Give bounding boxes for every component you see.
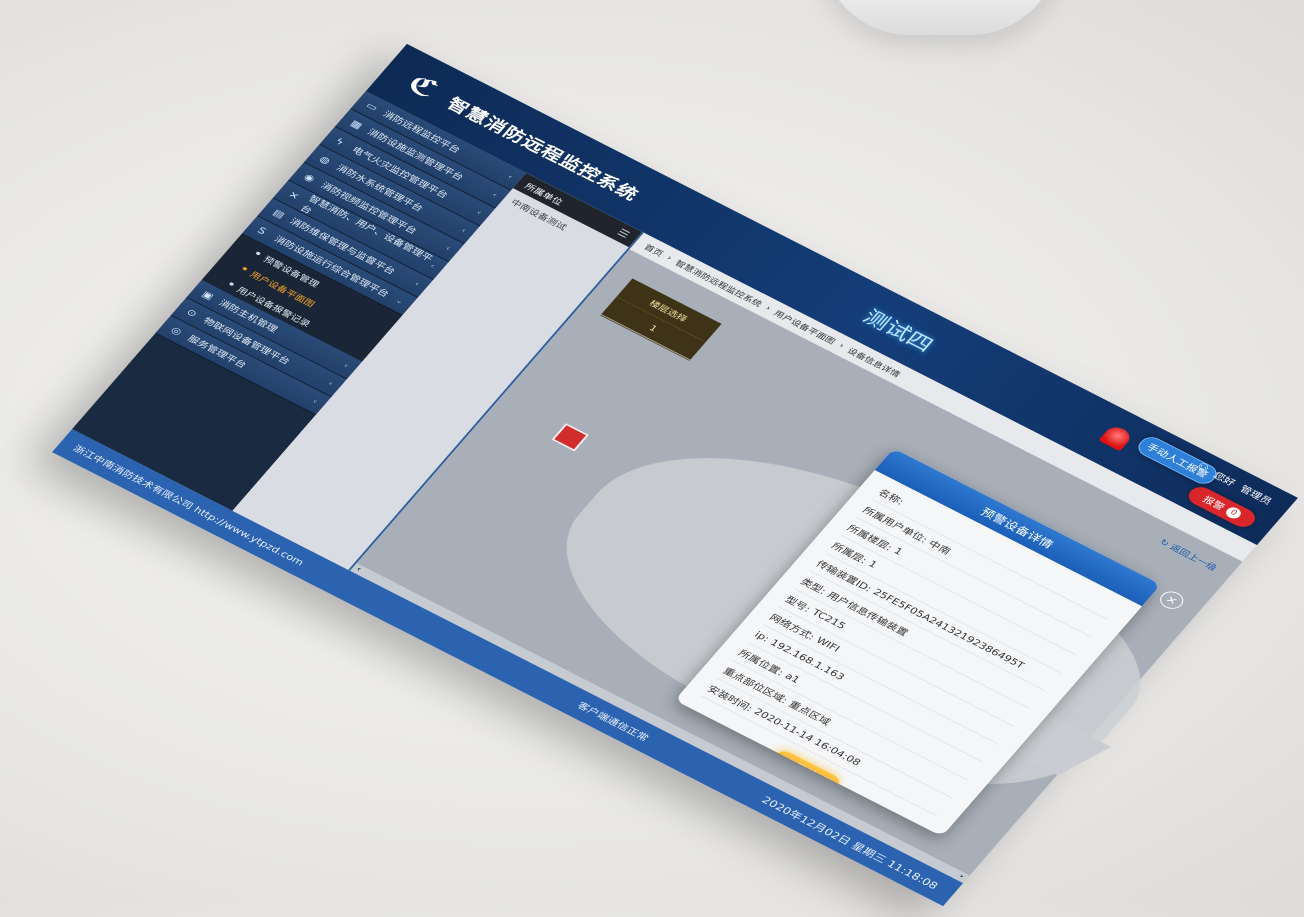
chevron-icon: ‹ [505,172,515,181]
camera-icon: ◉ [301,171,318,185]
grid-icon: ▦ [348,117,365,131]
breadcrumb-sep-icon: › [763,303,774,313]
breadcrumb-sep-icon: › [836,341,847,350]
alarm-light-icon[interactable]: alarm [1098,423,1135,452]
bullet-icon [255,251,262,256]
user-name: 管理员 [1237,483,1275,507]
chevron-icon: ‹ [459,226,468,235]
menu-icon[interactable]: ☰ [615,227,632,241]
alarm-button-label: 报警 [1200,494,1227,513]
chevron-icon: ‹ [310,397,320,406]
desk-object [820,0,1060,35]
water-icon: ◍ [317,153,333,167]
chevron-icon: ‹ [412,280,422,289]
clipboard-icon: ▤ [270,207,288,221]
tools-icon: ✕ [286,189,302,202]
scroll-right-icon[interactable]: › [957,873,966,881]
chevron-icon: ‹ [474,208,484,217]
shield-icon: S [255,225,269,237]
breadcrumb-sep-icon: › [664,253,675,263]
floor-selector[interactable]: 楼层选择 1 [600,278,722,361]
chevron-icon: ‹ [341,361,351,370]
service-icon: ◎ [168,324,185,338]
bullet-icon [242,266,248,271]
scroll-left-icon[interactable]: ‹ [354,566,363,574]
close-icon[interactable]: × [1155,588,1188,613]
chevron-icon: ‹ [326,379,335,388]
manual-alarm-button[interactable]: 手动人工报警 [1133,433,1222,488]
device-marker-icon[interactable]: device [551,423,590,452]
chevron-icon: ⌄ [393,296,406,307]
iot-icon: ⊙ [184,306,200,320]
chevron-icon: ‹ [490,190,499,199]
monitor-icon: ▭ [363,100,381,114]
host-icon: ▣ [199,288,217,302]
screen-device: ℭ 智慧消防远程监控系统 测试四 alarm 手动人工报警 报警 0 ⚇ 您好 … [52,43,1298,907]
bullet-icon [228,281,235,287]
bolt-icon: ϟ [332,135,347,148]
user-greeting: 您好 [1210,470,1238,489]
chevron-icon: ‹ [443,244,453,253]
breadcrumb-item[interactable]: 首页 [642,241,667,259]
alarm-count-badge: 0 [1223,505,1244,521]
